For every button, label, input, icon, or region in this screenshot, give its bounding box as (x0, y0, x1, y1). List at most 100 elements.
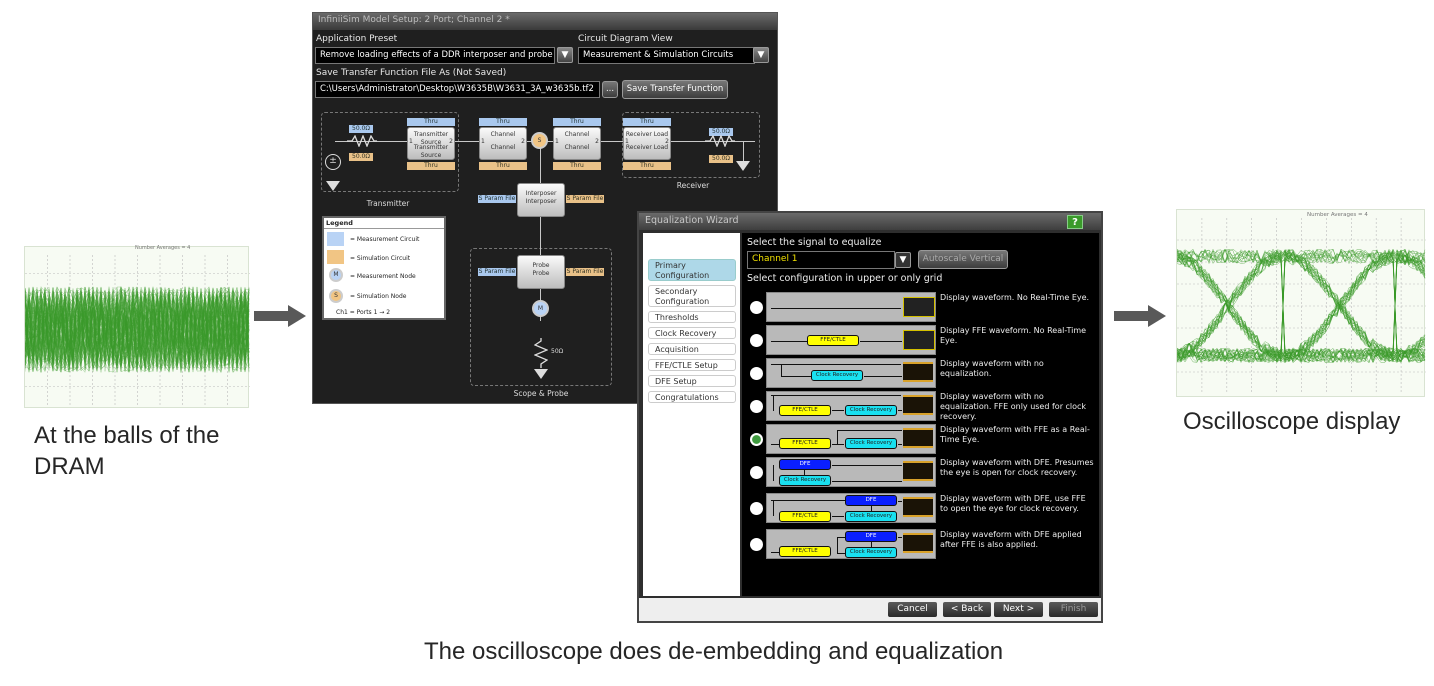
resistor-icon (534, 338, 548, 368)
config-option[interactable]: FFE/CTLE DFE Clock Recovery Display wavefo… (742, 528, 1099, 561)
config-diagram[interactable]: FFE/CTLE DFE Clock Recovery (766, 529, 936, 559)
config-option[interactable]: FFE/CTLE DFE Clock Recovery Display wavefo… (742, 492, 1099, 525)
config-description: Display waveform with no equalization. (940, 359, 1044, 378)
next-button[interactable]: Next > (994, 602, 1043, 617)
probe-label: Probe (532, 270, 550, 277)
probe-block[interactable]: Probe Probe (517, 255, 565, 289)
config-radio[interactable] (750, 502, 763, 515)
config-description: Display waveform with FFE as a Real-Time… (940, 425, 1090, 444)
nav-item[interactable]: FFE/CTLE Setup (648, 359, 736, 371)
port-1-label: 1 (625, 138, 629, 145)
autoscale-vertical-button[interactable]: Autoscale Vertical (918, 250, 1008, 269)
application-preset-label: Application Preset (316, 34, 398, 44)
simulation-node-icon: S (531, 132, 548, 149)
equalization-wizard-window: Equalization Wizard ? Primary Configurat… (637, 211, 1103, 623)
config-option[interactable]: DFE Clock Recovery Display waveform with … (742, 456, 1099, 489)
config-radio[interactable] (750, 538, 763, 551)
config-radio[interactable] (750, 433, 763, 446)
nav-item[interactable]: Congratulations (648, 391, 736, 403)
eye-icon (903, 533, 933, 553)
thru-measurement-tag[interactable]: Thru (479, 118, 527, 126)
nav-item[interactable]: Thresholds (648, 311, 736, 323)
ffe-ctle-block: FFE/CTLE (779, 511, 831, 522)
config-diagram[interactable]: FFE/CTLE (766, 325, 936, 355)
ground-icon (736, 161, 750, 171)
ffe-ctle-block: FFE/CTLE (779, 546, 831, 557)
legend-item: = Measurement Node (350, 273, 416, 280)
nav-item[interactable]: Secondary Configuration (648, 285, 736, 307)
legend-ports: Ch1 = Ports 1 → 2 (336, 309, 391, 316)
port-2-label: 2 (521, 138, 525, 145)
config-diagram[interactable]: FFE/CTLE DFE Clock Recovery (766, 493, 936, 523)
signal-select[interactable]: Channel 1 (747, 251, 895, 269)
application-preset-select[interactable]: Remove loading effects of a DDR interpos… (315, 47, 555, 64)
chevron-down-icon[interactable]: ▼ (895, 252, 911, 268)
eye-plot-right (1177, 218, 1426, 394)
block-label-bottom: Receiver Load (625, 144, 669, 151)
circuit-view-select[interactable]: Measurement & Simulation Circuits (578, 47, 755, 64)
config-radio[interactable] (750, 301, 763, 314)
circuit-block[interactable]: Channel Channel 1 2 (479, 127, 527, 160)
eye-icon (903, 497, 933, 517)
config-diagram[interactable]: Clock Recovery (766, 358, 936, 388)
nav-item[interactable]: Clock Recovery (648, 327, 736, 339)
cancel-button[interactable]: Cancel (888, 602, 937, 617)
block-label-top: Channel (564, 131, 590, 138)
interposer-block[interactable]: Interposer Interposer (517, 183, 565, 217)
config-diagram[interactable]: FFE/CTLE Clock Recovery (766, 391, 936, 421)
probe-sparam-simulation[interactable]: S Param File (566, 268, 604, 276)
port-1-label: 1 (555, 138, 559, 145)
thru-measurement-tag[interactable]: Thru (623, 118, 671, 126)
config-radio[interactable] (750, 400, 763, 413)
nav-item[interactable]: DFE Setup (648, 375, 736, 387)
probe-sparam-measurement[interactable]: S Param File (478, 268, 516, 276)
circuit-block[interactable]: Receiver Load Receiver Load 1 2 (623, 127, 671, 160)
thru-simulation-tag[interactable]: Thru (407, 162, 455, 170)
config-option[interactable]: FFE/CTLE Display FFE waveform. No Real-T… (742, 324, 1099, 357)
config-radio[interactable] (750, 367, 763, 380)
config-description: Display waveform with DFE applied after … (940, 530, 1082, 549)
tx-resistance-simulation: 50.0Ω (349, 153, 373, 161)
chevron-down-icon[interactable]: ▼ (557, 47, 573, 63)
config-radio[interactable] (750, 466, 763, 479)
help-icon[interactable]: ? (1067, 215, 1083, 229)
save-transfer-function-button[interactable]: Save Transfer Function (622, 80, 728, 99)
interposer-sparam-simulation[interactable]: S Param File (566, 195, 604, 203)
thru-simulation-tag[interactable]: Thru (553, 162, 601, 170)
save-path-input[interactable]: C:\Users\Administrator\Desktop\W3635B\W3… (315, 81, 600, 98)
thru-measurement-tag[interactable]: Thru (407, 118, 455, 126)
wizard-nav: Primary Configuration Secondary Configura… (643, 233, 740, 596)
thru-measurement-tag[interactable]: Thru (553, 118, 601, 126)
back-button[interactable]: < Back (943, 602, 991, 617)
thru-simulation-tag[interactable]: Thru (479, 162, 527, 170)
config-option[interactable]: Display waveform. No Real-Time Eye. (742, 291, 1099, 324)
thru-simulation-tag[interactable]: Thru (623, 162, 671, 170)
config-radio[interactable] (750, 334, 763, 347)
interposer-label: Interposer (525, 190, 557, 197)
nav-item[interactable]: Primary Configuration (648, 259, 736, 281)
config-option[interactable]: FFE/CTLE Clock Recovery Display waveform … (742, 390, 1099, 423)
nav-item[interactable]: Acquisition (648, 343, 736, 355)
oscilloscope-eye-diagram: Number Averages = 4 (1176, 209, 1426, 397)
ground-icon (326, 181, 340, 191)
circuit-block[interactable]: Channel Channel 1 2 (553, 127, 601, 160)
interposer-sparam-measurement[interactable]: S Param File (478, 195, 516, 203)
finish-button[interactable]: Finish (1049, 602, 1098, 617)
config-option[interactable]: FFE/CTLE Clock Recovery Display waveform … (742, 423, 1099, 456)
caption-bottom: The oscilloscope does de-embedding and e… (424, 638, 1004, 665)
config-diagram[interactable]: DFE Clock Recovery (766, 457, 936, 487)
circuit-block[interactable]: Transmitter Source Transmitter Source 1 … (407, 127, 455, 160)
config-description: Display waveform with DFE. Presumes the … (940, 458, 1094, 477)
eye-trace (1177, 252, 1426, 358)
config-diagram[interactable] (766, 292, 936, 322)
port-2-label: 2 (665, 138, 669, 145)
waveform-icon (903, 330, 935, 350)
transmitter-label: Transmitter (366, 199, 410, 208)
simulation-node-icon: S (329, 289, 343, 303)
port-1-label: 1 (409, 138, 413, 145)
config-option[interactable]: Clock Recovery Display waveform with no … (742, 357, 1099, 390)
browse-button[interactable]: ... (602, 81, 618, 98)
config-diagram[interactable]: FFE/CTLE Clock Recovery (766, 424, 936, 454)
ffe-ctle-block: FFE/CTLE (807, 335, 859, 346)
chevron-down-icon[interactable]: ▼ (753, 47, 769, 63)
